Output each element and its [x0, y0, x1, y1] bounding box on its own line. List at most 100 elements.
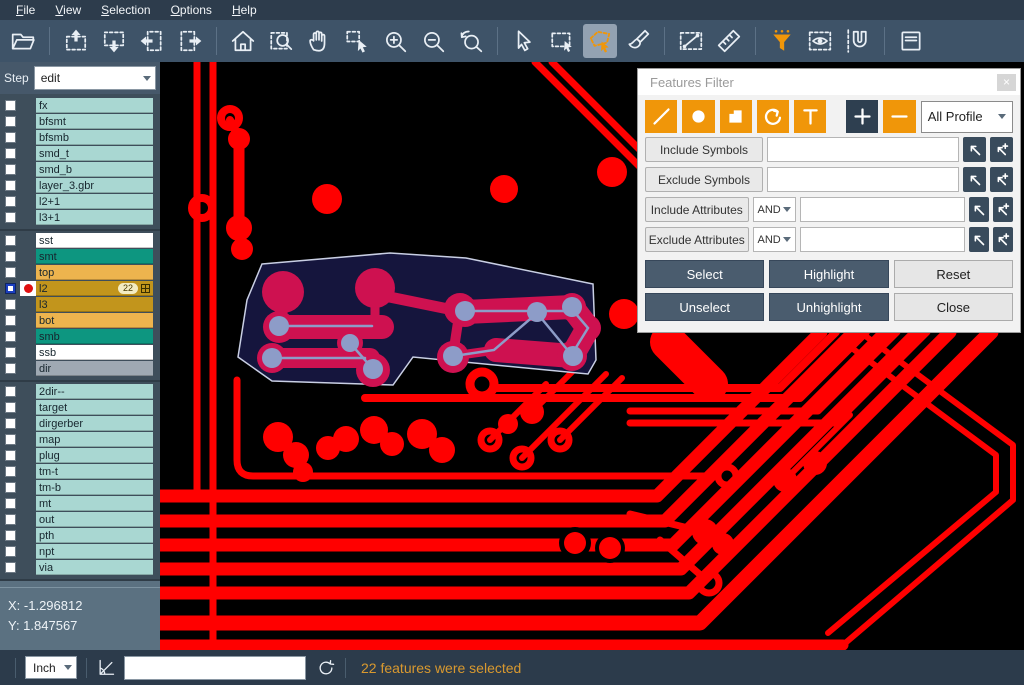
filter-arc-button[interactable]: [757, 100, 789, 133]
home-view-button[interactable]: [226, 24, 260, 58]
layer-visibility-checkbox[interactable]: [5, 267, 16, 278]
layer-label[interactable]: bfsmt: [36, 114, 153, 129]
layer-indicator[interactable]: [20, 162, 36, 177]
layer-row-ssb[interactable]: ssb: [0, 345, 160, 360]
select-rectangle-button[interactable]: [545, 24, 579, 58]
pan-left-button[interactable]: [135, 24, 169, 58]
command-input[interactable]: [124, 656, 306, 680]
layer-indicator[interactable]: [20, 210, 36, 225]
refresh-icon[interactable]: [316, 658, 336, 678]
pick-attribute-button[interactable]: [969, 197, 989, 222]
close-icon[interactable]: ×: [997, 74, 1016, 91]
layer-visibility-checkbox[interactable]: [5, 116, 16, 127]
layer-row-out[interactable]: out: [0, 512, 160, 527]
layer-visibility-checkbox[interactable]: [5, 514, 16, 525]
unit-select[interactable]: Inch: [25, 656, 77, 679]
layer-label[interactable]: smt: [36, 249, 153, 264]
menu-help[interactable]: Help: [222, 1, 267, 20]
layer-indicator[interactable]: [20, 313, 36, 328]
layer-indicator[interactable]: [20, 464, 36, 479]
layers-panel-button[interactable]: [894, 24, 928, 58]
layer-label[interactable]: ssb: [36, 345, 153, 360]
layer-indicator[interactable]: [20, 98, 36, 113]
exclude-symbols-button[interactable]: Exclude Symbols: [645, 167, 763, 192]
layer-indicator[interactable]: [20, 528, 36, 543]
layer-visibility-checkbox[interactable]: [5, 283, 16, 294]
layer-label[interactable]: bfsmb: [36, 130, 153, 145]
layer-visibility-checkbox[interactable]: [5, 450, 16, 461]
layer-label[interactable]: l2+1: [36, 194, 153, 209]
layer-indicator[interactable]: [20, 432, 36, 447]
zoom-previous-button[interactable]: [454, 24, 488, 58]
layer-label[interactable]: smd_t: [36, 146, 153, 161]
filter-remove-button[interactable]: [883, 100, 915, 133]
layer-indicator[interactable]: [20, 146, 36, 161]
layer-indicator[interactable]: [20, 361, 36, 376]
layer-indicator[interactable]: [20, 265, 36, 280]
pick-symbol-button[interactable]: [963, 167, 986, 192]
layer-visibility-checkbox[interactable]: [5, 196, 16, 207]
menu-options[interactable]: Options: [161, 1, 222, 20]
unhighlight-button[interactable]: Unhighlight: [769, 293, 888, 321]
menu-selection[interactable]: Selection: [91, 1, 160, 20]
layer-indicator[interactable]: [20, 329, 36, 344]
profile-select[interactable]: All Profile: [921, 101, 1013, 133]
layer-label[interactable]: plug: [36, 448, 153, 463]
measure-ruler-button[interactable]: [712, 24, 746, 58]
measure-distance-button[interactable]: [674, 24, 708, 58]
zoom-out-button[interactable]: [416, 24, 450, 58]
layer-indicator[interactable]: [20, 496, 36, 511]
pick-symbol-add-button[interactable]: [990, 137, 1013, 162]
layer-visibility-checkbox[interactable]: [5, 148, 16, 159]
open-file-button[interactable]: [6, 24, 40, 58]
layer-indicator[interactable]: [20, 384, 36, 399]
layer-visibility-checkbox[interactable]: [5, 180, 16, 191]
active-layer-indicator[interactable]: [20, 281, 36, 296]
layer-row-smt[interactable]: smt: [0, 249, 160, 264]
layer-indicator[interactable]: [20, 233, 36, 248]
pick-symbol-add-button[interactable]: [990, 167, 1013, 192]
layer-row-sst[interactable]: sst: [0, 233, 160, 248]
layer-label[interactable]: mt: [36, 496, 153, 511]
layer-row-plug[interactable]: plug: [0, 448, 160, 463]
layer-indicator[interactable]: [20, 114, 36, 129]
pick-attribute-add-button[interactable]: [993, 227, 1013, 252]
layer-row-via[interactable]: via: [0, 560, 160, 575]
layer-row-layer_3.gbr[interactable]: layer_3.gbr: [0, 178, 160, 193]
layer-row-fx[interactable]: fx: [0, 98, 160, 113]
include-attributes-input[interactable]: [800, 197, 965, 222]
layer-row-bot[interactable]: bot: [0, 313, 160, 328]
include-symbols-button[interactable]: Include Symbols: [645, 137, 763, 162]
mask-brush-button[interactable]: [621, 24, 655, 58]
features-filter-button[interactable]: [765, 24, 799, 58]
snap-button[interactable]: [841, 24, 875, 58]
layer-indicator[interactable]: [20, 560, 36, 575]
layer-label[interactable]: smb: [36, 329, 153, 344]
pick-symbol-button[interactable]: [963, 137, 986, 162]
layer-label[interactable]: via: [36, 560, 153, 575]
filter-pad-button[interactable]: [682, 100, 714, 133]
layer-row-target[interactable]: target: [0, 400, 160, 415]
layer-visibility-checkbox[interactable]: [5, 251, 16, 262]
layer-label[interactable]: l222: [36, 281, 153, 296]
dialog-title-bar[interactable]: Features Filter ×: [638, 69, 1020, 95]
layer-label[interactable]: out: [36, 512, 153, 527]
grid-icon[interactable]: [141, 284, 150, 293]
layer-label[interactable]: sst: [36, 233, 153, 248]
layer-row-map[interactable]: map: [0, 432, 160, 447]
layer-visibility-checkbox[interactable]: [5, 235, 16, 246]
layer-indicator[interactable]: [20, 400, 36, 415]
layer-visibility-checkbox[interactable]: [5, 100, 16, 111]
layer-label[interactable]: tm-b: [36, 480, 153, 495]
layer-visibility-checkbox[interactable]: [5, 299, 16, 310]
layer-visibility-checkbox[interactable]: [5, 132, 16, 143]
filter-surface-button[interactable]: [720, 100, 752, 133]
menu-file[interactable]: File: [6, 1, 45, 20]
layer-visibility-checkbox[interactable]: [5, 386, 16, 397]
layer-indicator[interactable]: [20, 544, 36, 559]
layer-visibility-checkbox[interactable]: [5, 212, 16, 223]
layer-row-l3[interactable]: l3: [0, 297, 160, 312]
layer-row-bfsmt[interactable]: bfsmt: [0, 114, 160, 129]
layer-visibility-checkbox[interactable]: [5, 402, 16, 413]
layer-indicator[interactable]: [20, 130, 36, 145]
